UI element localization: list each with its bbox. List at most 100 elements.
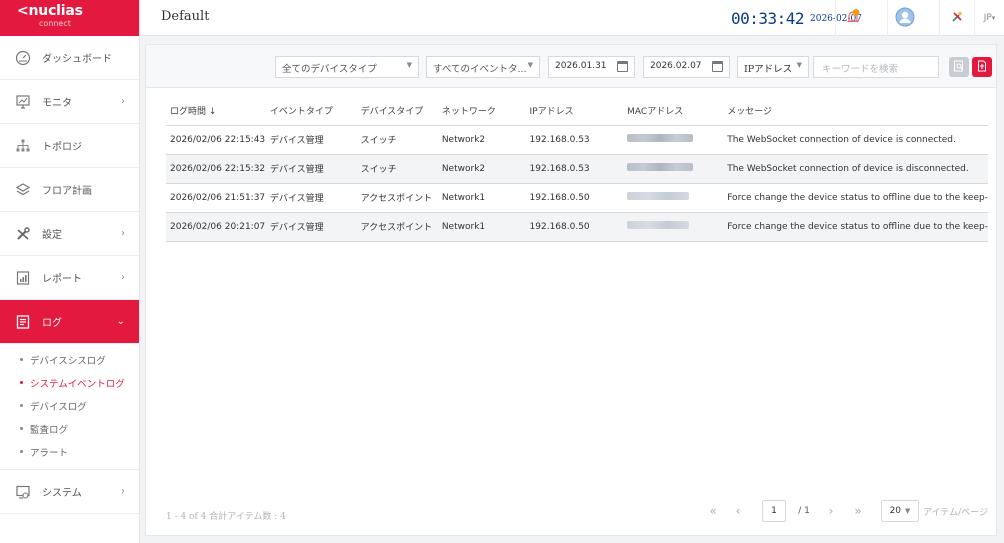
export-icon <box>976 60 988 75</box>
column-header-device-type[interactable]: デバイスタイプ <box>356 97 438 126</box>
column-header-network[interactable]: ネットワーク <box>437 97 526 126</box>
redacted-mac <box>627 134 694 142</box>
column-header-mac-address[interactable]: MACアドレス <box>623 97 724 126</box>
sidebar: <nuclias connect ダッシュボード モニタ › トポロジ フロア計… <box>0 0 140 543</box>
device-type-select[interactable]: 全てのデバイスタイプ ▼ <box>275 56 419 78</box>
calendar-icon <box>712 61 723 72</box>
table-row[interactable]: 2026/02/06 22:15:32 デバイス管理 スイッチ Network2… <box>166 154 988 184</box>
cell-network: Network1 <box>437 183 526 213</box>
first-page-button[interactable]: « <box>703 500 723 522</box>
filter-bar: 全てのデバイスタイプ ▼ すべてのイベントタ... ▼ 2026.01.31 2… <box>146 45 996 88</box>
cell-mac-address <box>623 183 724 213</box>
sidebar-item-report[interactable]: レポート › <box>0 256 139 300</box>
event-type-select[interactable]: すべてのイベントタ... ▼ <box>426 56 540 78</box>
cell-mac-address <box>623 212 724 242</box>
sidebar-item-label: モニタ <box>42 98 72 109</box>
sidebar-item-label: ログ <box>42 318 62 329</box>
cell-ip-address: 192.168.0.53 <box>525 125 624 155</box>
chevron-down-icon: ▼ <box>527 61 533 69</box>
column-header-log-time[interactable]: ログ時間 ↓ <box>166 97 266 126</box>
event-type-value: すべてのイベントタ... <box>433 64 527 75</box>
date-from-input[interactable]: 2026.01.31 <box>548 56 635 78</box>
subnav-label: 監査ログ <box>30 424 69 436</box>
sidebar-item-log[interactable]: ログ ⌄ <box>0 300 139 344</box>
chevron-right-icon: › <box>121 272 125 283</box>
column-header-message[interactable]: メッセージ <box>723 97 988 126</box>
cell-message: Force change the device status to offlin… <box>723 212 988 242</box>
prev-page-button[interactable]: ‹ <box>729 500 747 522</box>
search-icon <box>953 60 965 75</box>
tools-button[interactable] <box>939 0 973 36</box>
event-log-table: ログ時間 ↓ イベントタイプ デバイスタイプ ネットワーク IPアドレス MAC… <box>166 97 988 242</box>
user-avatar-icon <box>895 7 915 30</box>
redacted-mac <box>627 192 690 200</box>
subnav-item-device-log[interactable]: デバイスログ <box>0 394 139 417</box>
page-number-input[interactable]: 1 <box>762 500 786 522</box>
cell-network: Network2 <box>437 125 526 155</box>
chevron-right-icon: › <box>121 228 125 239</box>
language-selector[interactable]: JP ▾ <box>974 0 1004 36</box>
report-icon <box>12 267 34 289</box>
clock-time: 00:33:42 <box>731 9 805 28</box>
cell-event-type: デバイス管理 <box>265 183 357 213</box>
chevron-right-icon: › <box>121 96 125 107</box>
chevron-down-icon: ▼ <box>905 507 911 515</box>
cell-network: Network1 <box>437 212 526 242</box>
pagination-summary: 1 - 4 of 4 合計アイテム数 : 4 <box>166 512 286 522</box>
chevron-down-icon: ▼ <box>406 61 412 69</box>
cell-message: The WebSocket connection of device is co… <box>723 125 988 155</box>
sidebar-item-dashboard[interactable]: ダッシュボード <box>0 36 139 80</box>
column-header-ip-address[interactable]: IPアドレス <box>525 97 624 126</box>
cell-message: Force change the device status to offlin… <box>723 183 988 213</box>
table-row[interactable]: 2026/02/06 20:21:07 デバイス管理 アクセスポイント Netw… <box>166 212 988 242</box>
sidebar-item-floorplan[interactable]: フロア計画 <box>0 168 139 212</box>
export-button[interactable] <box>972 57 992 77</box>
subnav-item-audit-log[interactable]: 監査ログ <box>0 417 139 440</box>
cell-ip-address: 192.168.0.53 <box>525 154 624 184</box>
per-page-label: アイテム/ページ <box>923 507 988 518</box>
search-button[interactable] <box>949 57 969 77</box>
cell-log-time: 2026/02/06 21:51:37 <box>166 183 266 213</box>
cell-ip-address: 192.168.0.50 <box>525 183 624 213</box>
cell-ip-address: 192.168.0.50 <box>525 212 624 242</box>
sidebar-item-label: システム <box>42 488 82 499</box>
user-button[interactable] <box>887 0 921 36</box>
column-header-event-type[interactable]: イベントタイプ <box>265 97 357 126</box>
last-page-button[interactable]: » <box>848 500 868 522</box>
keyword-search-input[interactable]: キーワードを検索 <box>813 56 939 78</box>
log-icon <box>12 311 34 333</box>
cell-mac-address <box>623 154 724 184</box>
next-page-button[interactable]: › <box>822 500 840 522</box>
chevron-right-icon: › <box>828 504 834 518</box>
cell-log-time: 2026/02/06 22:15:32 <box>166 154 266 184</box>
subnav-item-device-syslog[interactable]: デバイスシスログ <box>0 348 139 371</box>
cell-event-type: デバイス管理 <box>265 212 357 242</box>
tools-icon <box>949 9 965 28</box>
table-row[interactable]: 2026/02/06 21:51:37 デバイス管理 アクセスポイント Netw… <box>166 183 988 213</box>
logo-sub: connect <box>39 19 71 28</box>
sidebar-item-settings[interactable]: 設定 › <box>0 212 139 256</box>
redacted-mac <box>627 221 690 229</box>
notification-button[interactable] <box>835 0 869 36</box>
sidebar-item-monitor[interactable]: モニタ › <box>0 80 139 124</box>
subnav-item-system-event-log[interactable]: システムイベントログ <box>0 371 139 394</box>
date-to-input[interactable]: 2026.02.07 <box>643 56 730 78</box>
subnav-label: デバイスログ <box>30 401 87 413</box>
chevron-left-icon: ‹ <box>735 504 741 518</box>
page-size-select[interactable]: 20 ▼ <box>881 500 919 522</box>
sidebar-item-label: 設定 <box>42 230 62 241</box>
cell-device-type: スイッチ <box>356 154 438 184</box>
chevron-down-icon: ⌄ <box>116 316 125 327</box>
ip-address-select[interactable]: IPアドレス ▼ <box>737 56 809 78</box>
table-row[interactable]: 2026/02/06 22:15:43 デバイス管理 スイッチ Network2… <box>166 125 988 155</box>
topology-icon <box>12 135 34 157</box>
subnav-item-alert[interactable]: アラート <box>0 440 139 463</box>
top-bar: Default 00:33:42 2026-02-07 JP ▾ <box>141 0 1004 36</box>
sidebar-item-system[interactable]: システム › <box>0 470 139 514</box>
page-title: Default <box>161 9 210 24</box>
cell-mac-address <box>623 125 724 155</box>
logo[interactable]: <nuclias connect <box>0 0 139 36</box>
subnav-label: デバイスシスログ <box>30 355 106 367</box>
system-icon <box>12 481 34 503</box>
sidebar-item-topology[interactable]: トポロジ <box>0 124 139 168</box>
